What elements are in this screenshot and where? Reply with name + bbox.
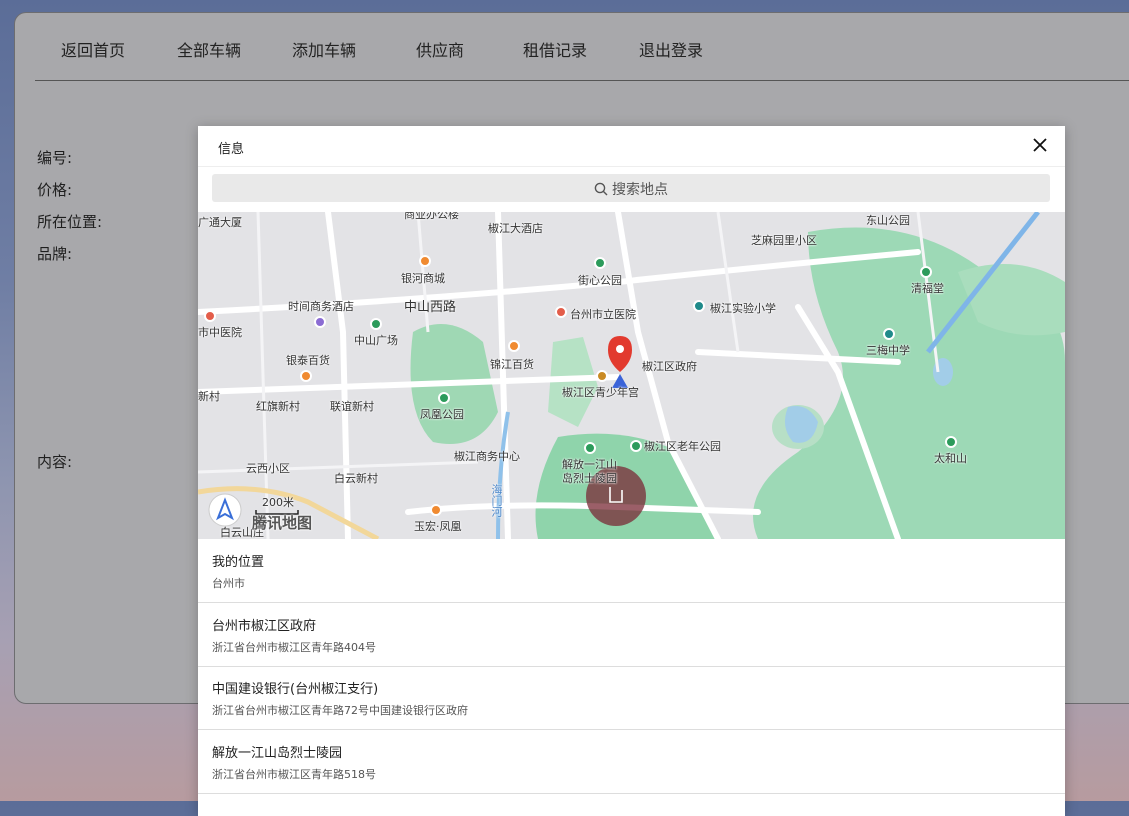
result-address: 浙江省台州市椒江区青年路518号: [212, 768, 376, 781]
map-label: 玉宏·凤凰: [414, 520, 462, 533]
mall-icon: [419, 255, 431, 267]
mall-icon: [430, 504, 442, 516]
content-label: 内容:: [37, 453, 73, 471]
map-label: 东山公园: [866, 214, 910, 227]
map-label: 街心公园: [578, 274, 622, 287]
location-label: 所在位置:: [37, 213, 103, 231]
result-name: 解放一江山岛烈士陵园: [212, 746, 343, 761]
map-label: 白云新村: [334, 472, 378, 485]
map-label: 椒江区老年公园: [644, 440, 721, 453]
map-label: 中山西路: [404, 300, 457, 315]
map-label: 芝麻园里小区: [751, 234, 817, 247]
result-name: 台州市椒江区政府: [212, 619, 317, 634]
map-label: 联谊新村: [330, 400, 374, 413]
search-icon: [594, 182, 612, 198]
map-label: 海门河: [490, 484, 503, 517]
place-search-input[interactable]: 搜索地点: [212, 174, 1050, 202]
map-label: 台州市立医院: [570, 308, 636, 321]
map-label: 锦江百货: [490, 358, 534, 371]
park-icon: [438, 392, 450, 404]
map-label: 中山广场: [354, 334, 398, 347]
map-label: 红旗新村: [256, 400, 300, 413]
result-item[interactable]: 我的位置 台州市: [198, 539, 1065, 603]
top-nav: 返回首页 全部车辆 添加车辆 供应商 租借记录 退出登录: [15, 13, 1129, 81]
map-label: 椒江区青少年宫: [562, 386, 639, 399]
mall-icon: [508, 340, 520, 352]
location-picker-modal: 信息 搜索地点 广通大厦 商业办公楼 椒江大酒店 芝麻园里小区 东山公园 银河商…: [198, 126, 1065, 816]
map-label: 时间商务酒店: [288, 300, 354, 313]
map-label: 椒江商务中心: [454, 450, 520, 463]
nav-all-vehicles-link[interactable]: 全部车辆: [177, 37, 241, 61]
mall-icon: [300, 370, 312, 382]
map-label: 云西小区: [246, 462, 290, 475]
nav-home-link[interactable]: 返回首页: [61, 37, 125, 61]
map-label: 新村: [198, 390, 220, 403]
map-label: 商业办公楼: [404, 212, 459, 221]
school-icon: [883, 328, 895, 340]
museum-icon: [596, 370, 608, 382]
park-icon: [630, 440, 642, 452]
nav-logout-link[interactable]: 退出登录: [639, 37, 703, 61]
close-icon[interactable]: [1029, 134, 1051, 156]
map-logo: 腾讯地图: [252, 514, 313, 532]
result-item[interactable]: 解放一江山岛烈士陵园 浙江省台州市椒江区青年路518号: [198, 730, 1065, 794]
map-label: 凤凰公园: [420, 408, 464, 421]
map-label: 清福堂: [911, 282, 944, 295]
park-icon: [920, 266, 932, 278]
park-icon: [370, 318, 382, 330]
map-label: 银泰百货: [286, 354, 330, 367]
nav-divider: [35, 80, 1129, 81]
map-graphics: [198, 212, 1065, 539]
map-label: 椒江区政府: [642, 360, 697, 373]
result-name: 我的位置: [212, 555, 265, 570]
park-icon: [594, 257, 606, 269]
nav-rental-records-link[interactable]: 租借记录: [523, 37, 587, 61]
map-view[interactable]: 广通大厦 商业办公楼 椒江大酒店 芝麻园里小区 东山公园 银河商城 街心公园 清…: [198, 212, 1065, 539]
map-label: 市中医院: [198, 326, 242, 339]
map-label: 椒江大酒店: [488, 222, 543, 235]
modal-title: 信息: [218, 142, 245, 157]
locate-button[interactable]: [209, 494, 241, 526]
result-item[interactable]: 台州市椒江区政府 浙江省台州市椒江区青年路404号: [198, 603, 1065, 667]
result-address: 台州市: [212, 577, 245, 590]
map-label: 三梅中学: [866, 344, 910, 357]
number-label: 编号:: [37, 149, 73, 167]
scenic-icon: [584, 442, 596, 454]
map-scale-label: 200米: [262, 496, 294, 509]
map-label: 广通大厦: [198, 216, 242, 229]
nav-supplier-link[interactable]: 供应商: [416, 37, 464, 61]
mountain-icon: [945, 436, 957, 448]
result-name: 中国建设银行(台州椒江支行): [212, 682, 379, 697]
map-label: 岛烈士陵园: [562, 472, 617, 485]
nav-add-vehicle-link[interactable]: 添加车辆: [292, 37, 356, 61]
hospital-icon: [555, 306, 567, 318]
price-label: 价格:: [37, 181, 73, 199]
hospital-icon: [204, 310, 216, 322]
result-item[interactable]: 中国建设银行(台州椒江支行) 浙江省台州市椒江区青年路72号中国建设银行区政府: [198, 666, 1065, 730]
hotel-icon: [314, 316, 326, 328]
search-placeholder: 搜索地点: [612, 182, 668, 198]
map-label: 椒江实验小学: [710, 302, 776, 315]
map-label: 银河商城: [401, 272, 445, 285]
modal-header: 信息: [198, 126, 1065, 167]
school-icon: [693, 300, 705, 312]
result-address: 浙江省台州市椒江区青年路72号中国建设银行区政府: [212, 704, 468, 717]
result-address: 浙江省台州市椒江区青年路404号: [212, 641, 376, 654]
map-label: 太和山: [934, 452, 967, 465]
brand-label: 品牌:: [37, 245, 73, 263]
